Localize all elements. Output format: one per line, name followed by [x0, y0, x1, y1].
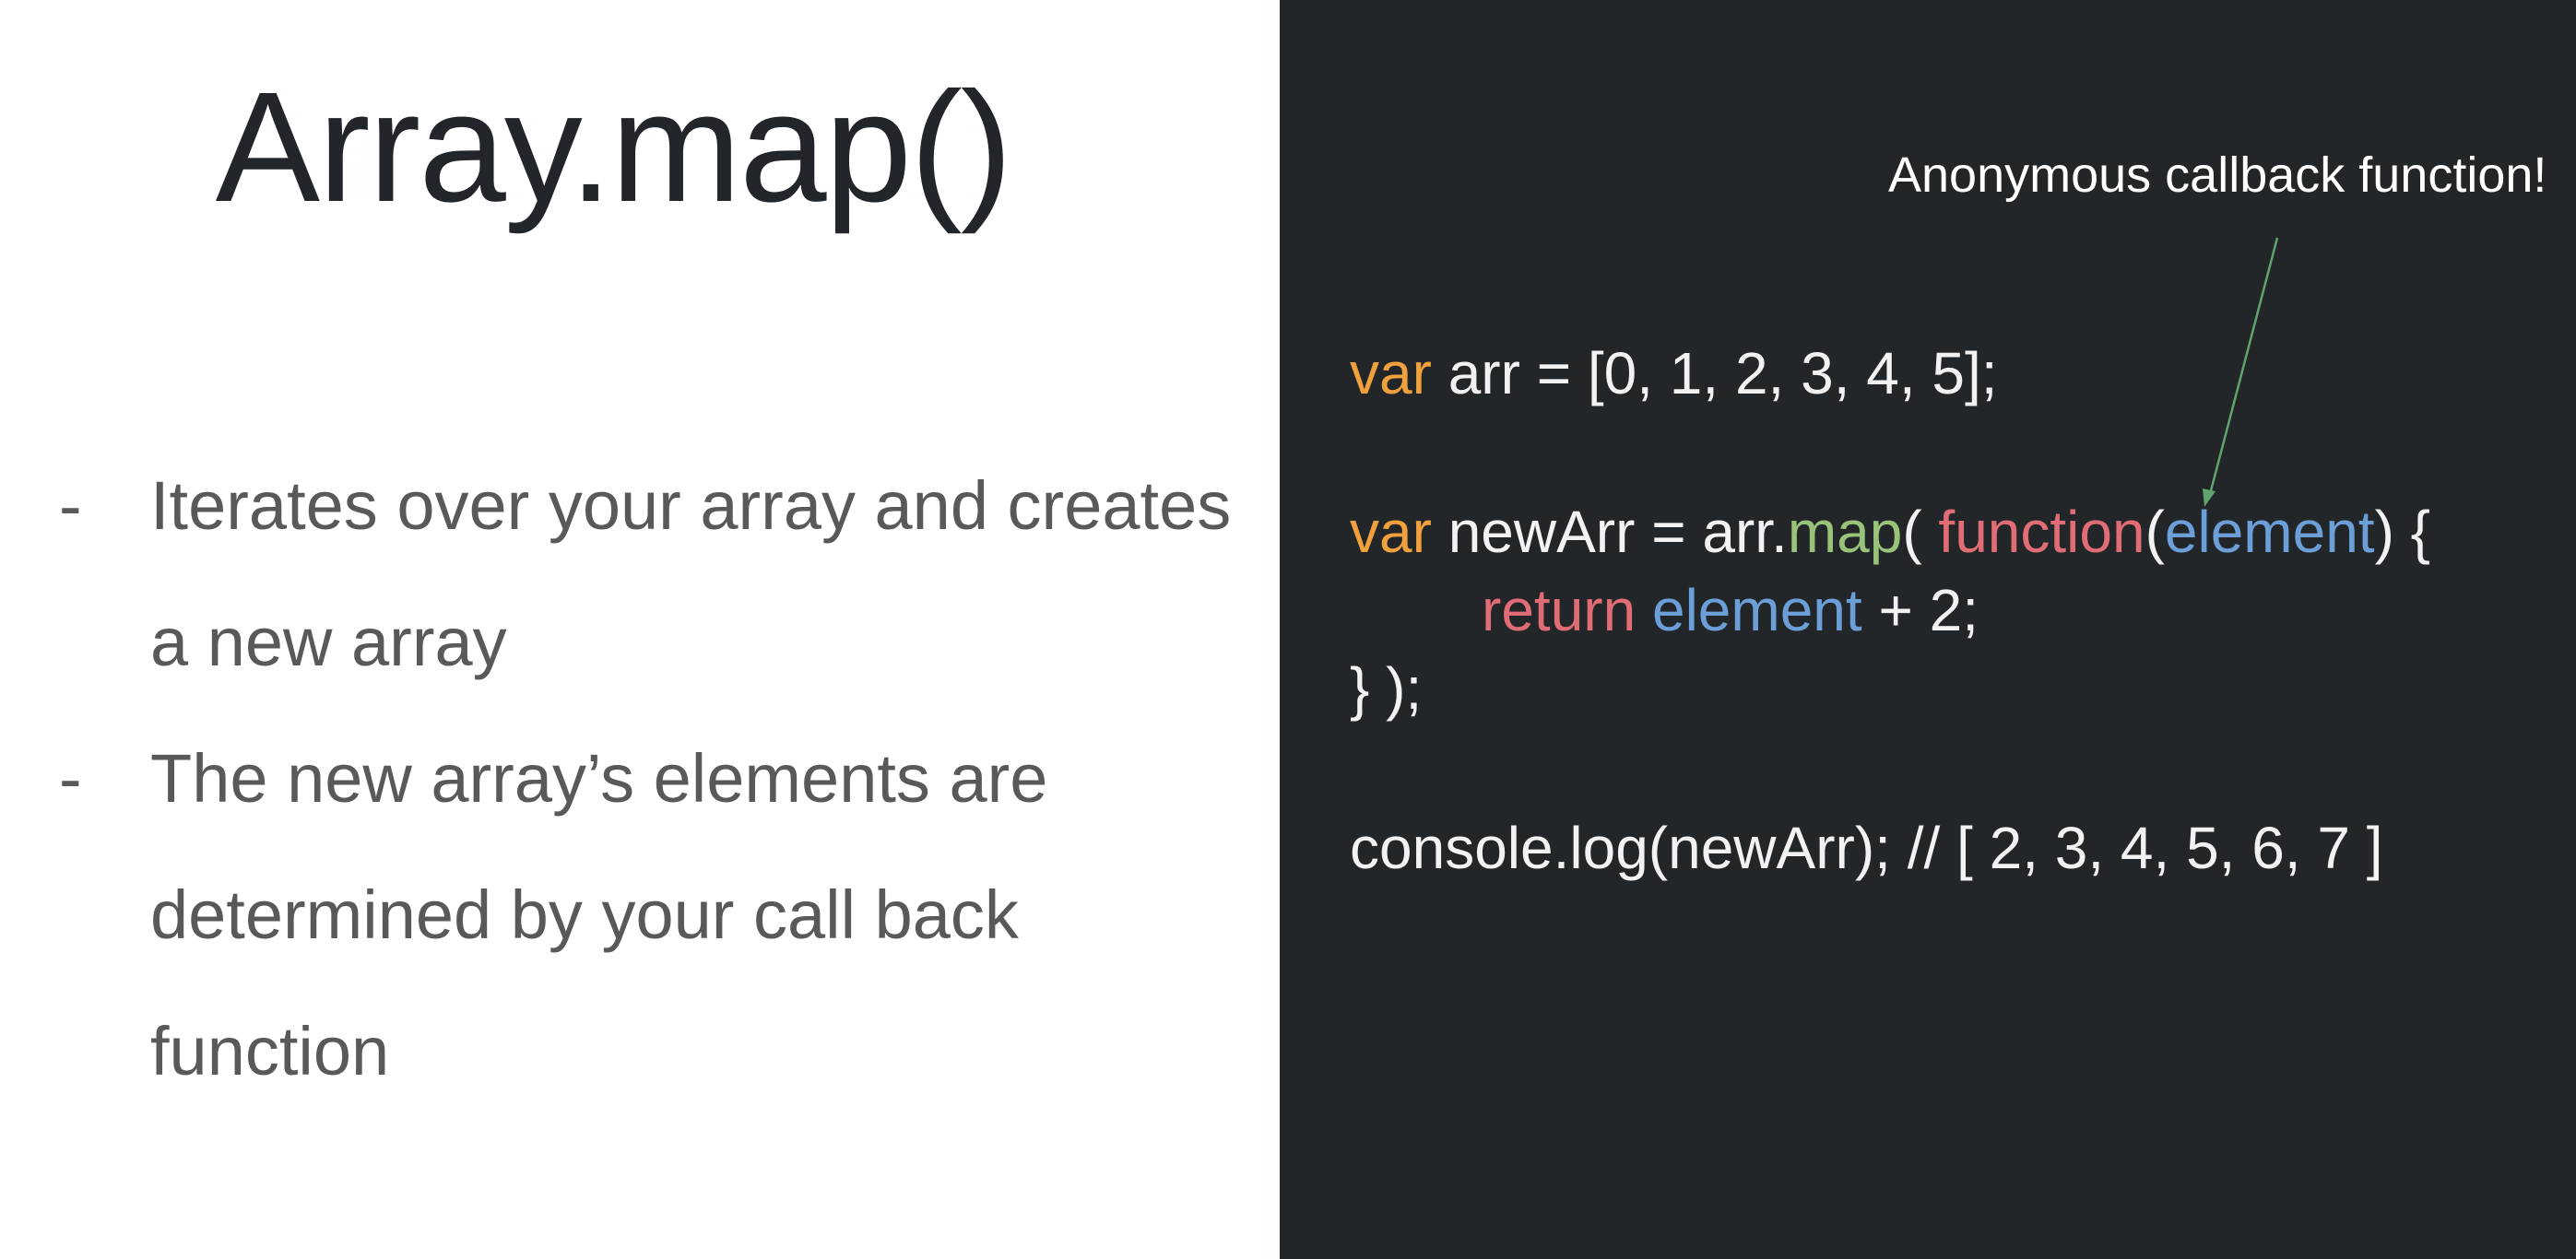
- code-text: + 2;: [1861, 577, 1979, 643]
- keyword-var: var: [1350, 340, 1432, 406]
- keyword-return: return: [1482, 577, 1637, 643]
- bullet-dash: -: [59, 467, 82, 544]
- code-line-2: var newArr = arr.map( function(element) …: [1350, 495, 2430, 569]
- parameter-name: element: [2164, 499, 2375, 565]
- bullet-item: - Iterates over your array and creates a…: [0, 438, 1254, 711]
- keyword-function: function: [1938, 499, 2145, 565]
- code-text: (: [1902, 499, 1939, 565]
- bullet-text: Iterates over your array and creates a n…: [150, 467, 1232, 680]
- keyword-var: var: [1350, 499, 1432, 565]
- code-text: ) {: [2374, 499, 2431, 565]
- code-panel: Anonymous callback function! var arr = […: [1280, 0, 2576, 1259]
- code-text: arr = [0, 1, 2, 3, 4, 5];: [1431, 340, 1998, 406]
- code-text: console.log(newArr); // [ 2, 3, 4, 5, 6,…: [1350, 815, 2383, 881]
- code-line-3: return element + 2;: [1350, 573, 1979, 647]
- slide: Array.map() - Iterates over your array a…: [0, 0, 2576, 1259]
- bullet-list: - Iterates over your array and creates a…: [0, 438, 1254, 1120]
- bullet-text: The new array’s elements are determined …: [150, 740, 1048, 1089]
- code-text: } );: [1350, 655, 1423, 722]
- parameter-name: element: [1651, 577, 1862, 643]
- code-line-5: console.log(newArr); // [ 2, 3, 4, 5, 6,…: [1350, 811, 2383, 885]
- code-line-4: } );: [1350, 652, 1422, 725]
- bullet-dash: -: [59, 740, 82, 817]
- code-text: (: [2145, 499, 2165, 565]
- arrow-shaft: [2207, 237, 2279, 499]
- bullet-item: - The new array’s elements are determine…: [0, 711, 1254, 1120]
- slide-title: Array.map(): [215, 60, 1013, 235]
- method-name: map: [1787, 499, 1903, 565]
- code-text: newArr = arr.: [1431, 499, 1788, 565]
- code-line-1: var arr = [0, 1, 2, 3, 4, 5];: [1350, 336, 1998, 410]
- left-panel: Array.map() - Iterates over your array a…: [0, 0, 1280, 1259]
